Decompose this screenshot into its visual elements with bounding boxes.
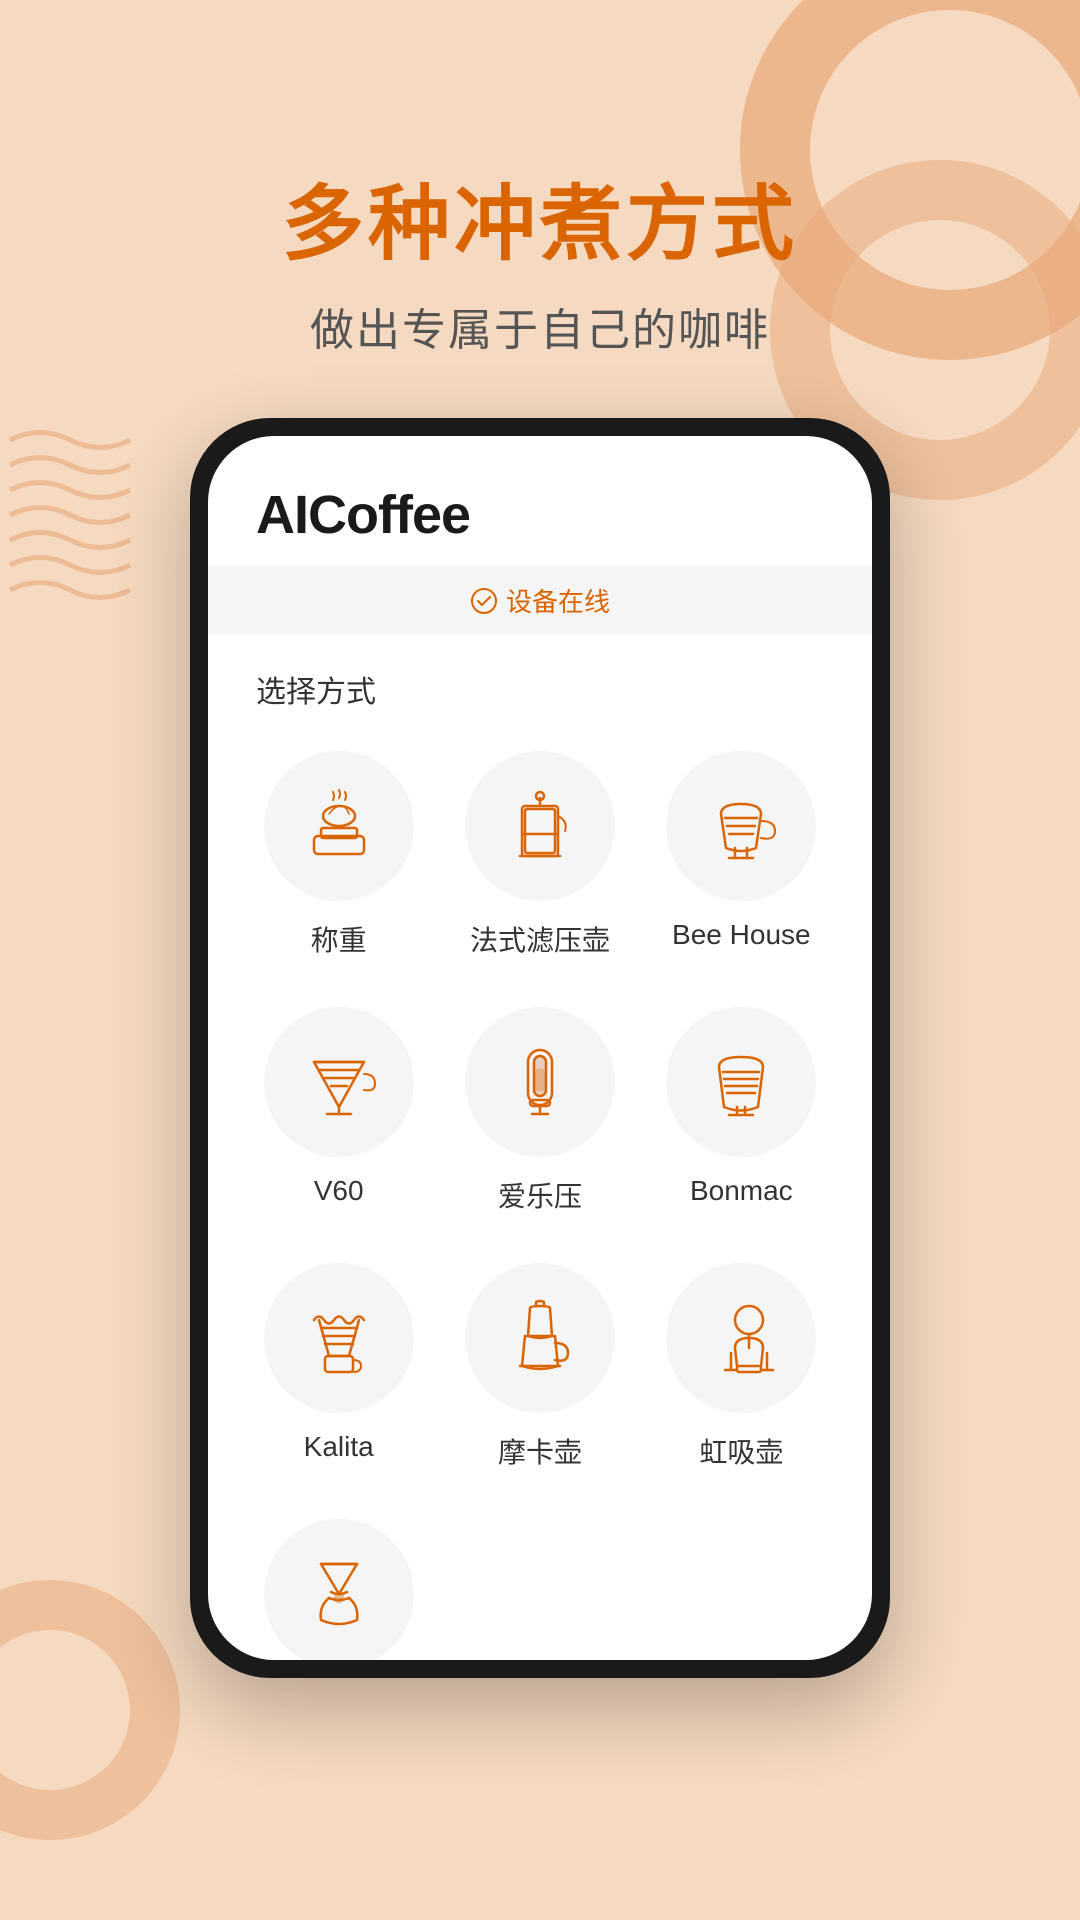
method-icon-circle-aeropress bbox=[465, 1007, 615, 1157]
method-item-moka-pot[interactable]: 摩卡壶 bbox=[439, 1243, 640, 1499]
method-name-bee-house: Bee House bbox=[672, 919, 811, 951]
method-item-v60[interactable]: V60 bbox=[238, 987, 439, 1243]
wave-decoration bbox=[0, 420, 150, 620]
status-label: 设备在线 bbox=[506, 582, 610, 619]
check-circle-icon bbox=[470, 587, 498, 615]
method-name-moka-pot: 摩卡壶 bbox=[498, 1431, 582, 1471]
method-item-french-press[interactable]: 法式滤压壶 bbox=[439, 731, 640, 987]
method-name-weigh: 称重 bbox=[311, 919, 367, 959]
method-name-french-press: 法式滤压壶 bbox=[470, 919, 610, 959]
phone-mockup: AICoffee 设备在线 选择方式 bbox=[190, 418, 890, 1678]
method-item-weigh[interactable]: 称重 bbox=[238, 731, 439, 987]
method-item-bee-house[interactable]: Bee House bbox=[641, 731, 842, 987]
method-icon-circle-v60 bbox=[264, 1007, 414, 1157]
status-bar: 设备在线 bbox=[208, 566, 872, 635]
method-item-kalita[interactable]: Kalita bbox=[238, 1243, 439, 1499]
app-title: AICoffee bbox=[256, 484, 824, 546]
method-name-v60: V60 bbox=[314, 1175, 364, 1207]
method-item-bonmac[interactable]: Bonmac bbox=[641, 987, 842, 1243]
methods-grid: 称重 法式滤压壶 bbox=[208, 731, 872, 1660]
method-icon-circle-kalita bbox=[264, 1263, 414, 1413]
method-icon-circle-chemex bbox=[264, 1519, 414, 1660]
bg-circle-bottom-left bbox=[0, 1580, 180, 1840]
main-title: 多种冲煮方式 bbox=[0, 180, 1080, 270]
method-icon-circle-bee-house bbox=[666, 751, 816, 901]
method-icon-circle-bonmac bbox=[666, 1007, 816, 1157]
method-item-siphon[interactable]: 虹吸壶 bbox=[641, 1243, 842, 1499]
sub-title: 做出专属于自己的咖啡 bbox=[0, 294, 1080, 358]
phone-screen: AICoffee 设备在线 选择方式 bbox=[208, 436, 872, 1660]
method-icon-circle-siphon bbox=[666, 1263, 816, 1413]
method-name-bonmac: Bonmac bbox=[690, 1175, 793, 1207]
method-icon-circle-moka-pot bbox=[465, 1263, 615, 1413]
method-name-aeropress: 爱乐压 bbox=[498, 1175, 582, 1215]
method-icon-circle-french-press bbox=[465, 751, 615, 901]
header-section: 多种冲煮方式 做出专属于自己的咖啡 bbox=[0, 0, 1080, 358]
method-item-aeropress[interactable]: 爱乐压 bbox=[439, 987, 640, 1243]
section-label: 选择方式 bbox=[208, 635, 872, 731]
method-item-chemex[interactable]: Chemex bbox=[238, 1499, 439, 1660]
method-name-kalita: Kalita bbox=[304, 1431, 374, 1463]
app-header: AICoffee bbox=[208, 436, 872, 566]
method-icon-circle-weigh bbox=[264, 751, 414, 901]
status-text: 设备在线 bbox=[208, 582, 872, 619]
method-name-siphon: 虹吸壶 bbox=[699, 1431, 783, 1471]
